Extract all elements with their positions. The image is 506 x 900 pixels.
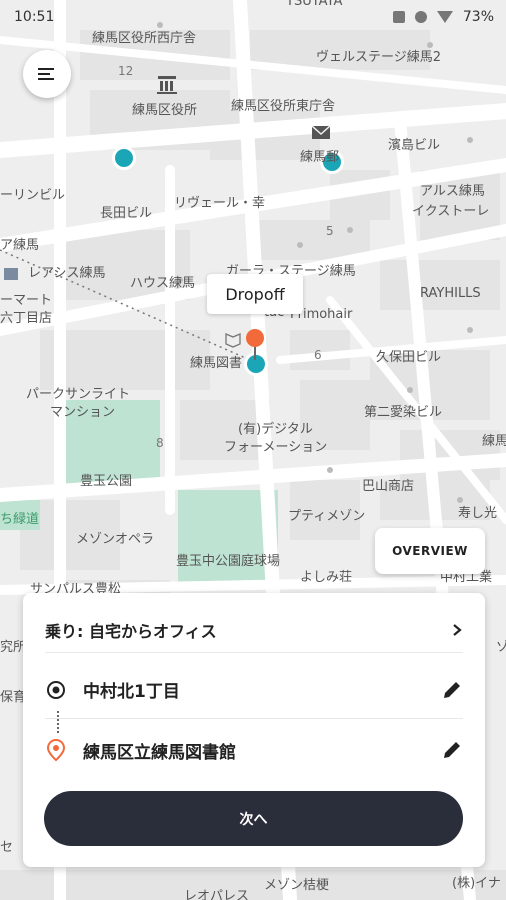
sync-icon xyxy=(414,11,427,23)
map-label: 12 xyxy=(118,64,134,78)
map-label: 濱島ビル xyxy=(388,138,441,153)
map-label: メゾン桔梗 xyxy=(264,878,330,893)
shop-icon xyxy=(4,268,18,280)
notification-icon xyxy=(392,11,405,23)
overview-button[interactable]: OVERVIEW xyxy=(375,528,485,574)
origin-label: 中村北1丁目 xyxy=(83,682,180,702)
map-label: 巴山商店 xyxy=(362,479,415,494)
map-label: 練馬区役所 xyxy=(132,103,198,118)
map-label: (株)イナ xyxy=(452,876,501,891)
map-label: 練馬 xyxy=(482,434,506,449)
ride-label: 乗り: 自宅からオフィス xyxy=(45,621,217,641)
map-label: RAYHILLS xyxy=(420,286,481,301)
map-label: メゾンオペラ xyxy=(76,532,155,547)
map-label: パークサンライト xyxy=(26,387,131,402)
ride-selector[interactable]: 乗り: 自宅からオフィス xyxy=(45,607,463,653)
map-label: ーマート xyxy=(0,293,53,308)
map-label: 練馬図書 xyxy=(190,356,243,371)
map-label: ゾ xyxy=(496,640,506,655)
map-label: ア練馬 xyxy=(0,238,40,253)
map-label: アルス練馬 xyxy=(420,184,485,199)
map-label: リヴェール・幸 xyxy=(174,196,266,211)
origin-row[interactable]: 中村北1丁目 xyxy=(45,661,463,719)
status-bar: 10:51 73% xyxy=(0,0,506,34)
status-time: 10:51 xyxy=(14,9,55,25)
map-label: 第二愛染ビル xyxy=(364,405,443,420)
map-label: イクストーレ xyxy=(412,204,490,219)
map-label: 6 xyxy=(314,348,322,362)
pickup-marker-1[interactable] xyxy=(112,146,136,170)
dropoff-tooltip: Dropoff xyxy=(207,274,303,314)
destination-label: 練馬区立練馬図書館 xyxy=(83,742,236,763)
map-label: 豊玉中公園庭球場 xyxy=(176,554,281,569)
status-icons: 73% xyxy=(392,9,494,25)
next-button[interactable]: 次へ xyxy=(44,791,463,846)
target-circle-icon xyxy=(47,680,65,699)
map-label: 長田ビル xyxy=(100,206,153,221)
mail-icon xyxy=(311,125,331,139)
ride-card: 乗り: 自宅からオフィス 中村北1丁目 練馬区立練馬図書館 次へ xyxy=(23,593,485,867)
map-label: フォーメーション xyxy=(224,440,328,455)
map-label: 練馬区役所東庁舎 xyxy=(231,99,336,114)
map-label: ヴェルステージ練馬2 xyxy=(316,50,442,65)
map-label: 六丁目店 xyxy=(0,311,53,326)
map-label: マンション xyxy=(50,405,116,420)
map-label: レオパレス xyxy=(184,889,250,900)
map-label: プティメゾン xyxy=(288,509,366,524)
map-label: レアシス練馬 xyxy=(28,266,106,281)
map-label: よしみ荘 xyxy=(300,570,353,585)
pencil-icon[interactable] xyxy=(441,739,463,761)
map-label: ーリンビル xyxy=(0,188,66,203)
map-label: 豊玉公園 xyxy=(80,474,133,489)
battery-level: 73% xyxy=(462,9,494,25)
location-pin-icon xyxy=(46,738,66,762)
map-label: 練馬郵 xyxy=(300,150,340,165)
map-label: 8 xyxy=(156,436,164,450)
pencil-icon[interactable] xyxy=(441,679,463,701)
map-label: ち緑道 xyxy=(0,512,40,527)
destination-row[interactable]: 練馬区立練馬図書館 xyxy=(45,721,463,779)
map-label: 久保田ビル xyxy=(376,350,442,365)
menu-button[interactable] xyxy=(23,50,71,98)
map-label: 寿し光 xyxy=(458,506,498,521)
map-label: セ xyxy=(0,840,14,855)
wifi-icon xyxy=(436,11,453,23)
map-label: (有)デジタル xyxy=(238,422,313,437)
chevron-right-icon xyxy=(453,623,462,636)
map-label: ハウス練馬 xyxy=(130,276,196,291)
map-label: 5 xyxy=(326,224,334,238)
hamburger-menu-icon xyxy=(38,68,54,80)
